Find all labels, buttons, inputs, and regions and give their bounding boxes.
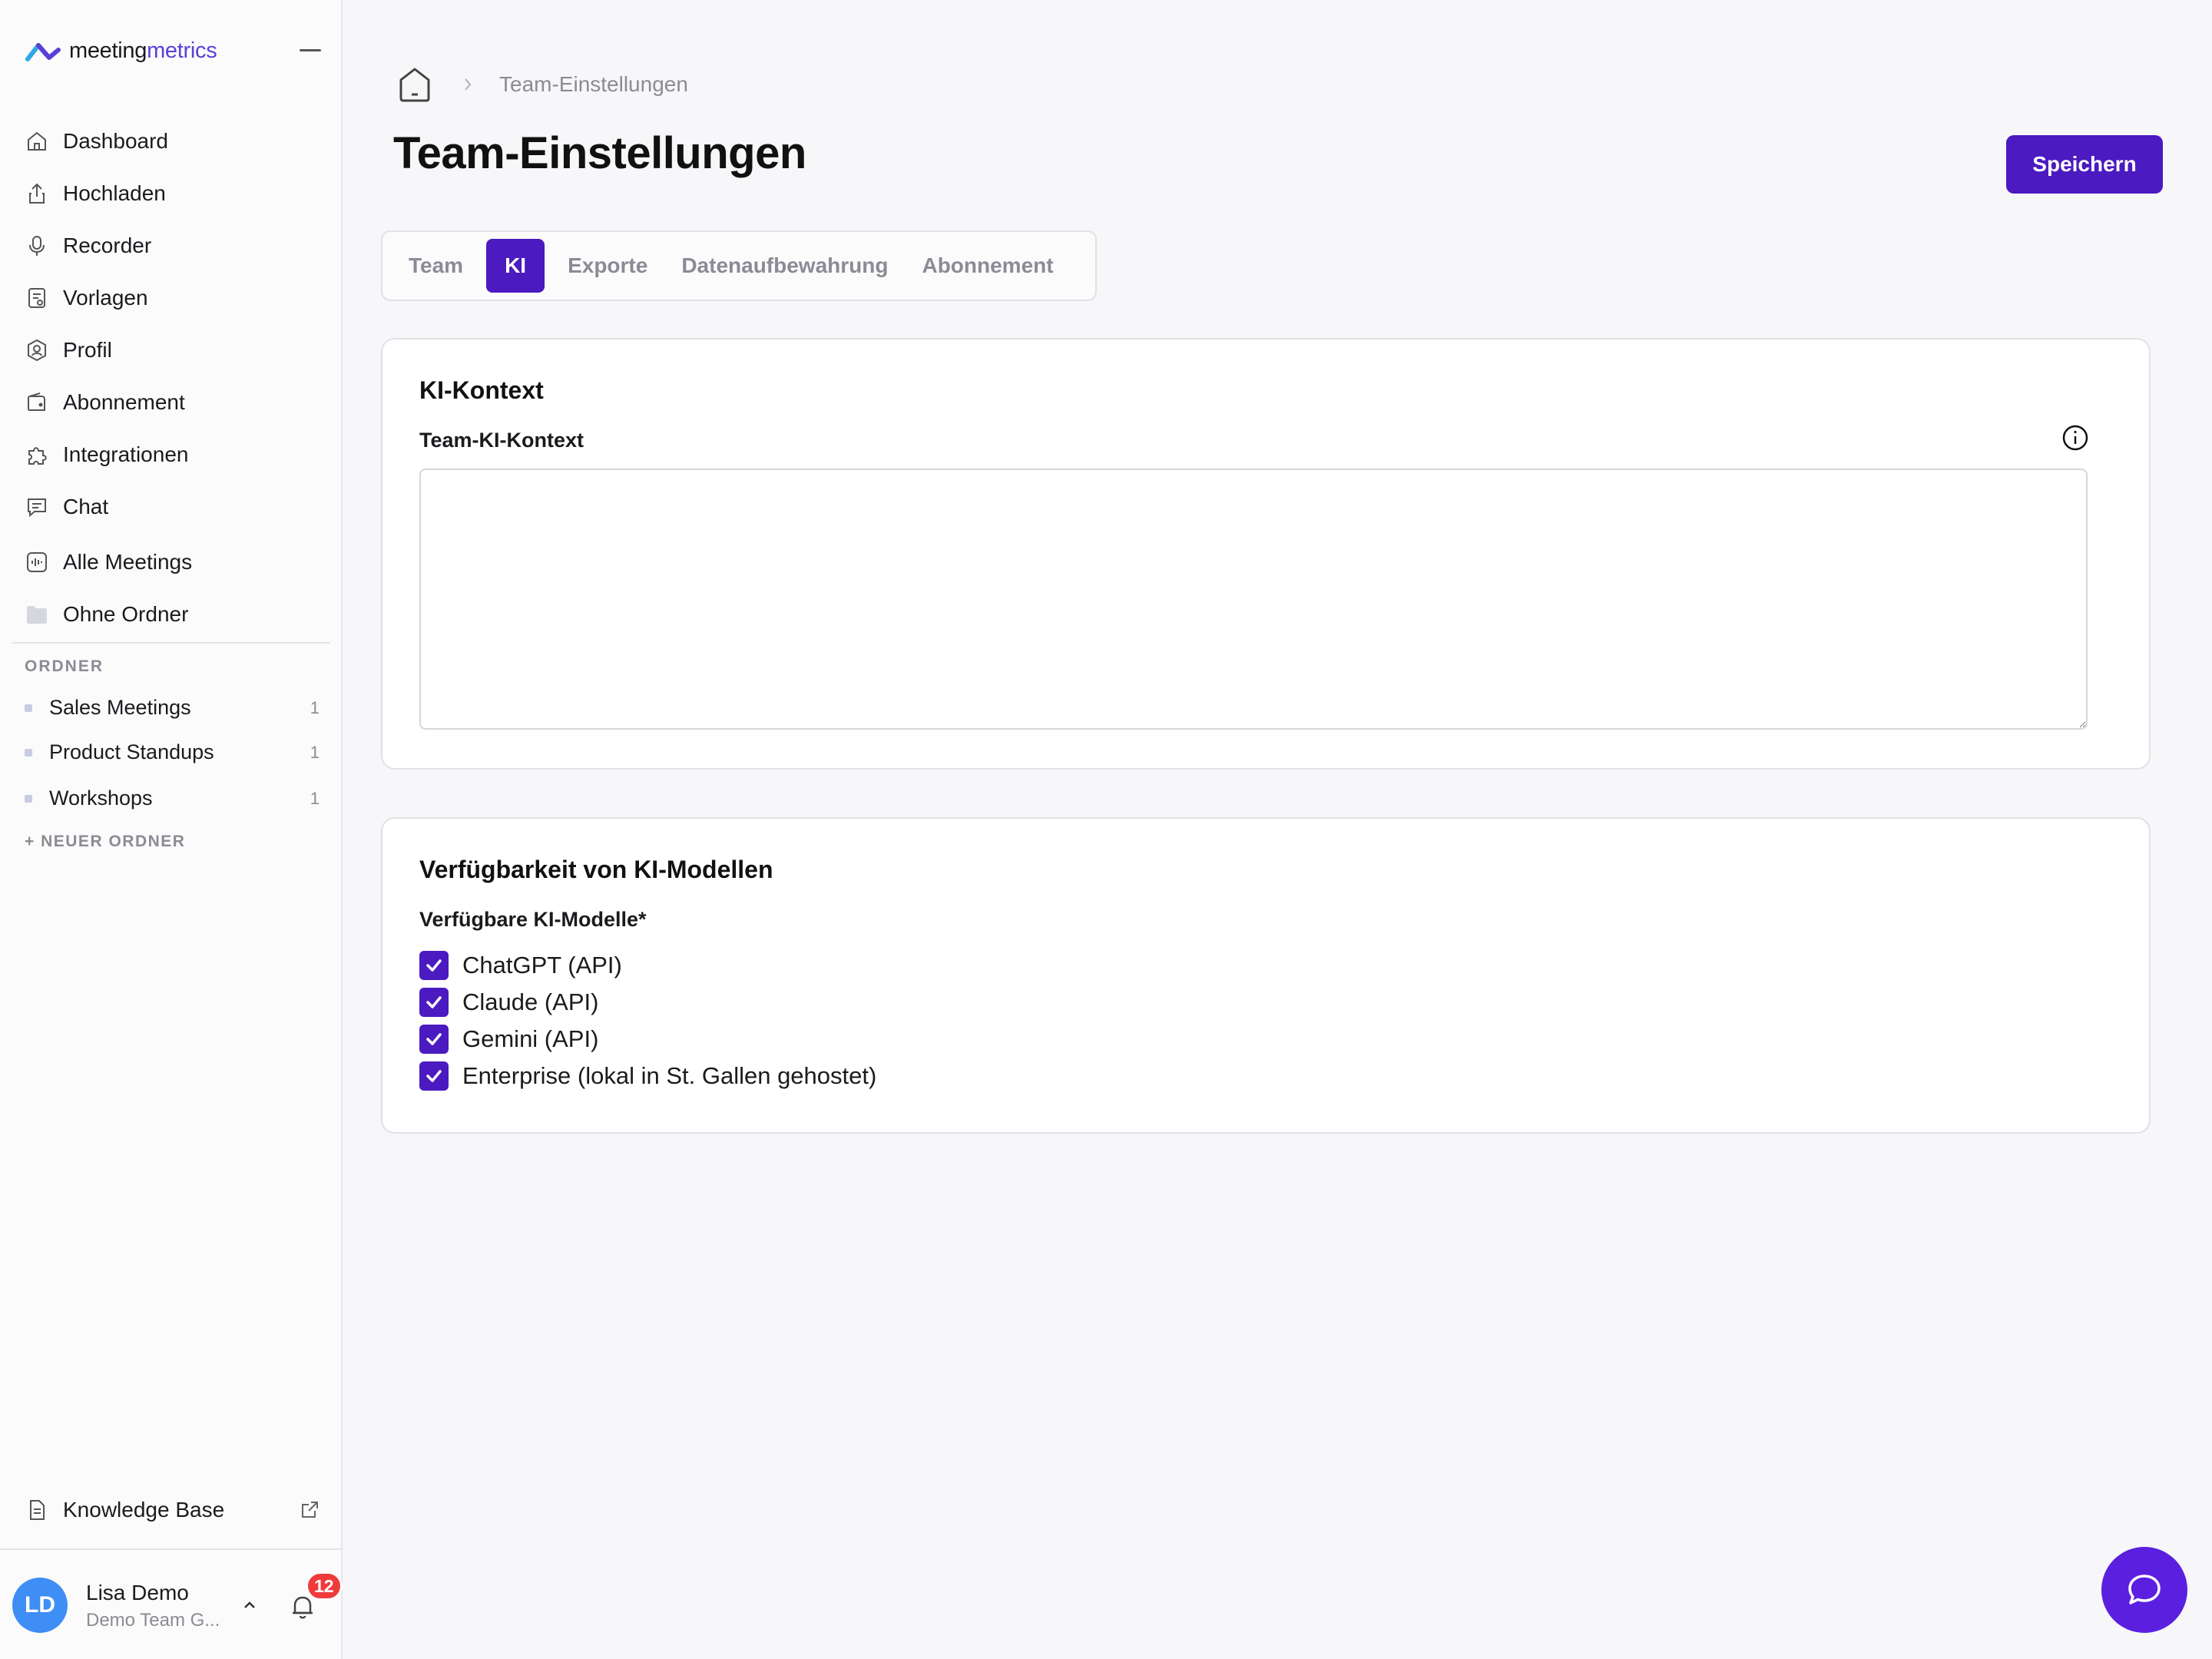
nav-no-folder[interactable]: Ohne Ordner — [25, 602, 188, 627]
nav-chat[interactable]: Chat — [25, 495, 108, 519]
folder-name: Product Standups — [49, 740, 214, 763]
folder-count: 1 — [310, 788, 320, 808]
avatar[interactable]: LD — [12, 1578, 68, 1633]
folder-dot — [25, 704, 32, 712]
nav-templates[interactable]: Vorlagen — [25, 286, 148, 310]
folder-icon — [27, 606, 47, 624]
notification-badge: 12 — [306, 1571, 343, 1601]
folder-dot — [25, 794, 32, 803]
check-icon — [426, 1033, 442, 1045]
folder-item-workshops[interactable]: Workshops 1 — [25, 786, 320, 810]
tab-exports[interactable]: Exporte — [551, 239, 664, 293]
checkbox[interactable] — [419, 988, 449, 1017]
breadcrumb-current: Team-Einstellungen — [499, 72, 688, 96]
nav-templates-label: Vorlagen — [63, 286, 148, 310]
collapse-sidebar-button[interactable] — [298, 41, 323, 60]
checkbox[interactable] — [419, 1025, 449, 1054]
model-option-label: Enterprise (lokal in St. Gallen gehostet… — [462, 1062, 877, 1089]
nav-dashboard[interactable]: Dashboard — [25, 129, 168, 154]
chat-bubble-icon — [2128, 1575, 2161, 1604]
model-option-label: ChatGPT (API) — [462, 952, 622, 979]
nav-chat-label: Chat — [63, 495, 109, 518]
chat-support-button[interactable] — [2101, 1547, 2187, 1633]
folders-section-title: ORDNER — [25, 657, 104, 675]
nav-all-meetings-label: Alle Meetings — [63, 550, 193, 574]
nav-no-folder-label: Ohne Ordner — [63, 602, 189, 626]
nav-integrations-label: Integrationen — [63, 442, 189, 466]
checkbox[interactable] — [419, 1061, 449, 1091]
nav-subscription[interactable]: Abonnement — [25, 390, 185, 415]
model-option-label: Gemini (API) — [462, 1025, 599, 1052]
tab-subscription[interactable]: Abonnement — [905, 239, 1070, 293]
puzzle-icon — [28, 447, 47, 465]
folder-item-product-standups[interactable]: Product Standups 1 — [25, 740, 320, 764]
ai-context-textarea[interactable] — [419, 469, 2088, 730]
wallet-icon — [28, 392, 45, 411]
model-option-enterprise[interactable]: Enterprise (lokal in St. Gallen gehostet… — [419, 1061, 876, 1091]
check-icon — [426, 996, 442, 1008]
page-title: Team-Einstellungen — [393, 128, 806, 178]
sidebar-divider — [12, 642, 330, 644]
folder-count: 1 — [310, 742, 320, 762]
nav-recorder-label: Recorder — [63, 233, 152, 257]
tab-team[interactable]: Team — [392, 239, 480, 293]
folder-name: Workshops — [49, 786, 153, 810]
ai-context-title: KI-Kontext — [419, 376, 544, 404]
ai-models-title: Verfügbarkeit von KI-Modellen — [419, 856, 773, 883]
home-icon — [28, 131, 46, 151]
chat-icon — [28, 498, 46, 518]
folder-dot — [25, 748, 32, 757]
nav-profile[interactable]: Profil — [25, 338, 112, 363]
ai-models-label: Verfügbare KI-Modelle* — [419, 908, 647, 931]
sidebar: meetingmetrics Dashboard Hochladen Recor… — [0, 0, 343, 1659]
user-bar: LD Lisa Demo Demo Team G... 12 — [0, 1548, 343, 1659]
home-icon[interactable] — [393, 63, 436, 106]
checkbox[interactable] — [419, 951, 449, 980]
nav-recorder[interactable]: Recorder — [25, 233, 151, 258]
template-icon — [28, 288, 45, 308]
profile-icon — [28, 339, 46, 362]
save-button[interactable]: Speichern — [2006, 135, 2163, 194]
folder-count: 1 — [310, 697, 320, 717]
minus-icon — [300, 49, 321, 51]
audio-wave-icon — [27, 552, 47, 572]
nav-profile-label: Profil — [63, 338, 112, 362]
nav-integrations[interactable]: Integrationen — [25, 442, 188, 467]
chevron-up-icon[interactable] — [240, 1598, 260, 1613]
microphone-icon — [29, 236, 45, 256]
user-name: Lisa Demo — [86, 1581, 189, 1604]
nav-subscription-label: Abonnement — [63, 390, 185, 414]
user-team: Demo Team G... — [86, 1610, 220, 1631]
brand-logo[interactable]: meetingmetrics — [25, 38, 217, 64]
folder-item-sales-meetings[interactable]: Sales Meetings 1 — [25, 696, 320, 720]
knowledge-base-label: Knowledge Base — [63, 1498, 225, 1522]
document-icon — [30, 1500, 45, 1520]
ai-context-card: KI-Kontext Team-KI-Kontext — [381, 338, 2151, 770]
ai-context-label: Team-KI-Kontext — [419, 429, 584, 452]
model-option-claude[interactable]: Claude (API) — [419, 988, 598, 1017]
check-icon — [426, 959, 442, 972]
brand-name: meetingmetrics — [69, 38, 217, 63]
settings-tabs: Team KI Exporte Datenaufbewahrung Abonne… — [381, 230, 1097, 301]
nav-dashboard-label: Dashboard — [63, 129, 168, 153]
breadcrumb: Team-Einstellungen — [393, 63, 688, 106]
check-icon — [426, 1070, 442, 1082]
model-option-chatgpt[interactable]: ChatGPT (API) — [419, 951, 622, 980]
knowledge-base-link[interactable]: Knowledge Base — [25, 1498, 320, 1522]
chevron-right-icon — [465, 78, 472, 91]
nav-all-meetings[interactable]: Alle Meetings — [25, 550, 192, 575]
model-option-gemini[interactable]: Gemini (API) — [419, 1025, 598, 1054]
model-option-label: Claude (API) — [462, 988, 599, 1015]
nav-upload-label: Hochladen — [63, 181, 166, 205]
nav-upload[interactable]: Hochladen — [25, 181, 166, 206]
tab-data-retention[interactable]: Datenaufbewahrung — [664, 239, 905, 293]
upload-icon — [29, 183, 45, 204]
info-icon[interactable] — [2060, 422, 2091, 453]
folder-name: Sales Meetings — [49, 696, 191, 719]
new-folder-button[interactable]: + NEUER ORDNER — [25, 833, 185, 851]
logo-icon — [25, 42, 61, 61]
ai-models-card: Verfügbarkeit von KI-Modellen Verfügbare… — [381, 817, 2151, 1134]
external-link-icon — [302, 1502, 318, 1518]
tab-ki[interactable]: KI — [486, 239, 545, 293]
